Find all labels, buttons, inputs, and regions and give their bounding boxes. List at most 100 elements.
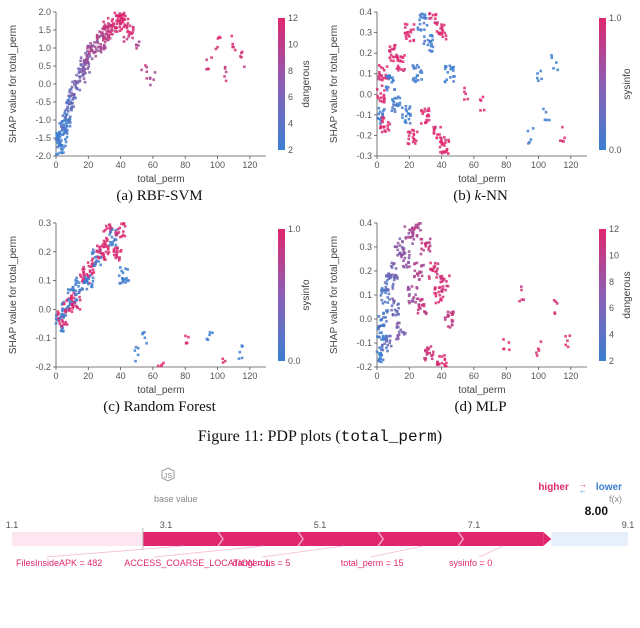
svg-text:-0.1: -0.1 <box>356 338 372 348</box>
svg-text:-0.2: -0.2 <box>356 362 372 372</box>
fx-label: f(x) <box>609 494 622 504</box>
panel-b: -0.3 -0.2 -0.1 0.0 0.1 0.2 0.3 0.4 0 20 40 60 80 100 1… <box>325 6 636 211</box>
svg-text:-1.5: -1.5 <box>35 133 51 143</box>
subcaption-c: (c) Random Forest <box>4 399 315 416</box>
svg-text:0: 0 <box>374 160 379 170</box>
svg-text:-0.2: -0.2 <box>35 362 51 372</box>
svg-text:80: 80 <box>501 160 511 170</box>
svg-text:0.0: 0.0 <box>609 145 622 155</box>
panel-grid: -2.0-1.5-1.0-0.50.00.51.01.52.0020406080… <box>0 0 640 422</box>
svg-text:0.0: 0.0 <box>38 79 51 89</box>
svg-text:40: 40 <box>116 160 126 170</box>
svg-text:8: 8 <box>609 277 614 287</box>
svg-text:0.1: 0.1 <box>359 290 372 300</box>
svg-text:0.4: 0.4 <box>359 218 372 228</box>
svg-text:sysinfo: sysinfo <box>301 279 312 311</box>
svg-text:2: 2 <box>609 356 614 366</box>
svg-text:20: 20 <box>404 160 414 170</box>
svg-text:0: 0 <box>53 160 58 170</box>
svg-text:7.1: 7.1 <box>468 520 481 530</box>
svg-text:60: 60 <box>148 160 158 170</box>
svg-text:100: 100 <box>210 160 225 170</box>
svg-text:dangerous: dangerous <box>301 60 312 107</box>
svg-text:100: 100 <box>531 160 546 170</box>
svg-text:SHAP value for total_perm: SHAP value for total_perm <box>8 25 19 143</box>
subcaption-d: (d) MLP <box>325 399 636 416</box>
svg-text:-0.3: -0.3 <box>356 151 372 161</box>
svg-text:dangerous: dangerous <box>622 271 633 318</box>
svg-text:80: 80 <box>180 371 190 381</box>
svg-text:6: 6 <box>609 303 614 313</box>
svg-text:120: 120 <box>242 371 257 381</box>
svg-text:0.0: 0.0 <box>359 314 372 324</box>
svg-text:0: 0 <box>374 371 379 381</box>
svg-text:total_perm: total_perm <box>458 385 505 396</box>
force-bar: 1.13.15.17.19.1FilesInsideAPK = 482ACCES… <box>4 518 636 574</box>
svg-text:0.1: 0.1 <box>359 69 372 79</box>
svg-text:3.1: 3.1 <box>160 520 173 530</box>
svg-text:12: 12 <box>609 224 619 234</box>
svg-text:80: 80 <box>180 160 190 170</box>
svg-text:0.3: 0.3 <box>359 242 372 252</box>
svg-text:dangerous = 5: dangerous = 5 <box>233 558 291 568</box>
svg-text:4: 4 <box>609 330 614 340</box>
svg-text:9.1: 9.1 <box>622 520 635 530</box>
svg-text:40: 40 <box>437 371 447 381</box>
svg-text:1.0: 1.0 <box>609 13 622 23</box>
svg-text:20: 20 <box>83 371 93 381</box>
svg-text:-1.0: -1.0 <box>35 115 51 125</box>
svg-text:SHAP value for total_perm: SHAP value for total_perm <box>329 236 340 354</box>
svg-text:-0.1: -0.1 <box>35 333 51 343</box>
svg-text:1.1: 1.1 <box>6 520 19 530</box>
svg-text:60: 60 <box>469 160 479 170</box>
svg-text:5.1: 5.1 <box>314 520 327 530</box>
svg-text:0.0: 0.0 <box>288 356 301 366</box>
svg-text:12: 12 <box>288 13 298 23</box>
svg-text:sysinfo: sysinfo <box>622 68 633 100</box>
svg-text:0.2: 0.2 <box>359 266 372 276</box>
svg-text:40: 40 <box>116 371 126 381</box>
svg-text:-2.0: -2.0 <box>35 151 51 161</box>
svg-text:0.3: 0.3 <box>359 28 372 38</box>
svg-text:40: 40 <box>437 160 447 170</box>
svg-text:-0.2: -0.2 <box>356 130 372 140</box>
subcaption-b-title: k-NN <box>474 188 507 204</box>
svg-text:1.5: 1.5 <box>38 25 51 35</box>
svg-text:total_perm: total_perm <box>137 385 184 396</box>
legend-lower: lower <box>596 482 622 494</box>
svg-text:SHAP value for total_perm: SHAP value for total_perm <box>329 25 340 143</box>
panel-a: -2.0-1.5-1.0-0.50.00.51.01.52.0020406080… <box>4 6 315 211</box>
subcaption-b: (b) k-NN <box>325 188 636 205</box>
panel-d: -0.2 -0.1 0.0 0.1 0.2 0.3 0.4 0 20 40 60 80 100 120 to… <box>325 217 636 422</box>
panel-c: -0.2-0.10.00.10.20.3020406080100120total… <box>4 217 315 422</box>
svg-text:10: 10 <box>609 250 619 260</box>
svg-text:-0.1: -0.1 <box>356 110 372 120</box>
svg-text:100: 100 <box>531 371 546 381</box>
svg-text:120: 120 <box>563 371 578 381</box>
svg-text:0.0: 0.0 <box>38 304 51 314</box>
svg-text:0.5: 0.5 <box>38 61 51 71</box>
svg-text:20: 20 <box>404 371 414 381</box>
figure-caption: Figure 11: PDP plots (total_perm) <box>0 428 640 446</box>
svg-text:total_perm = 15: total_perm = 15 <box>341 558 404 568</box>
svg-text:20: 20 <box>83 160 93 170</box>
svg-text:0.0: 0.0 <box>359 89 372 99</box>
svg-text:4: 4 <box>288 119 293 129</box>
legend-higher: higher <box>538 482 569 494</box>
fx-value: 8.00 <box>585 504 608 518</box>
svg-text:2.0: 2.0 <box>38 7 51 17</box>
base-value-label: base value <box>154 494 198 504</box>
svg-text:6: 6 <box>288 92 293 102</box>
force-legend: higher →← lower <box>4 482 636 494</box>
svg-text:0.2: 0.2 <box>359 48 372 58</box>
svg-text:1.0: 1.0 <box>38 43 51 53</box>
svg-text:80: 80 <box>501 371 511 381</box>
svg-text:total_perm: total_perm <box>137 174 184 185</box>
svg-text:0.1: 0.1 <box>38 276 51 286</box>
svg-text:0.4: 0.4 <box>359 7 372 17</box>
svg-text:8: 8 <box>288 66 293 76</box>
svg-text:60: 60 <box>469 371 479 381</box>
svg-text:total_perm: total_perm <box>458 174 505 185</box>
svg-text:100: 100 <box>210 371 225 381</box>
svg-text:120: 120 <box>563 160 578 170</box>
